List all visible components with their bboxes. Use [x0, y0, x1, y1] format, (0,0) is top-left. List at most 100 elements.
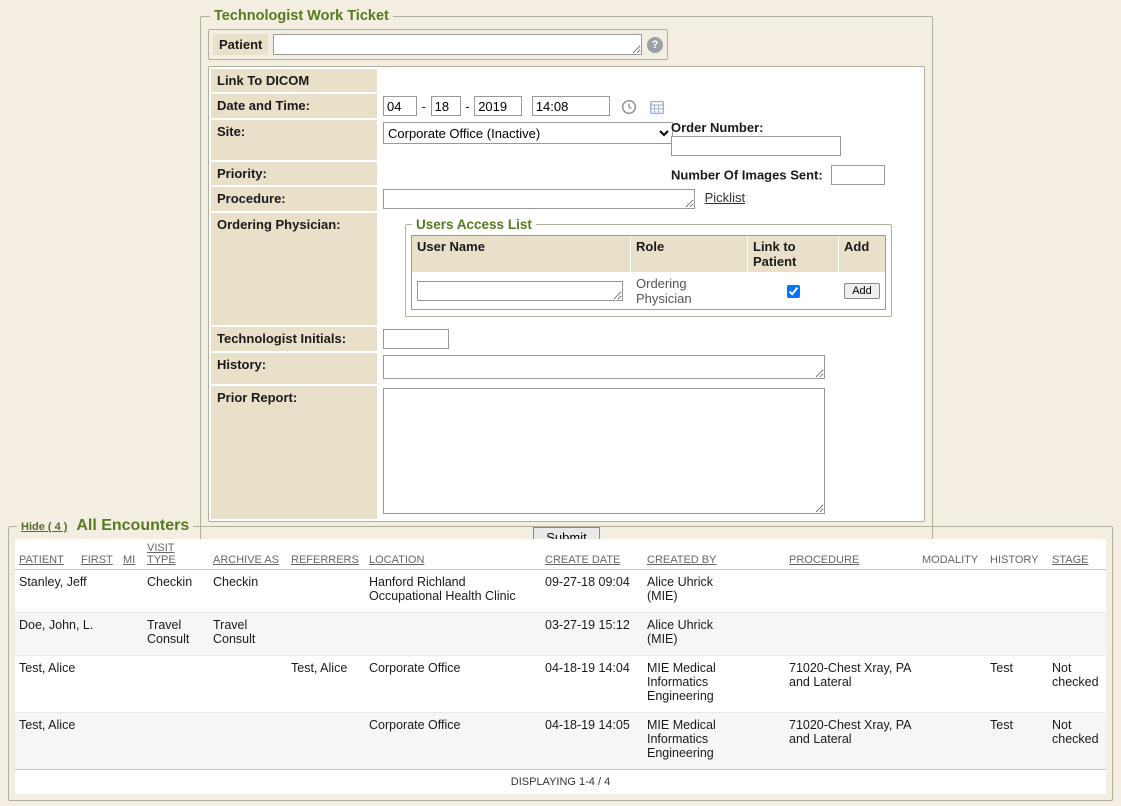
column-header-history: HISTORY [986, 539, 1048, 570]
tech-initials-content [379, 327, 922, 351]
column-header-patient[interactable]: PATIENT [15, 539, 77, 570]
column-header-label[interactable]: STAGE [1052, 554, 1088, 566]
column-header-label[interactable]: LOCATION [369, 554, 424, 566]
table-cell [986, 613, 1048, 656]
add-user-button[interactable]: Add [844, 283, 880, 299]
patient-label: Patient [213, 34, 268, 55]
table-cell: Checkin [209, 570, 287, 613]
picklist-link[interactable]: Picklist [705, 190, 745, 205]
table-cell [77, 656, 119, 713]
table-cell [143, 713, 209, 770]
column-header-stage[interactable]: STAGE [1048, 539, 1106, 570]
table-cell: Doe, John, L. [15, 613, 77, 656]
table-row[interactable]: Stanley, JeffCheckinCheckinHanford Richl… [15, 570, 1106, 613]
ordering-physician-content: Users Access List User Name Role Link to… [379, 213, 922, 325]
users-access-list-title: Users Access List [412, 217, 536, 232]
table-cell [143, 656, 209, 713]
table-cell: Checkin [143, 570, 209, 613]
table-row[interactable]: Test, Alice Corporate Office04-18-19 14:0… [15, 713, 1106, 770]
column-header-label[interactable]: VISIT TYPE [147, 542, 176, 566]
column-header-label[interactable]: MI [123, 554, 135, 566]
calendar-icon[interactable] [649, 99, 665, 115]
column-header-location[interactable]: LOCATION [365, 539, 541, 570]
column-header-create-date[interactable]: CREATE DATE [541, 539, 643, 570]
order-number-input[interactable] [671, 136, 841, 156]
table-cell [119, 656, 143, 713]
column-header-label: HISTORY [990, 554, 1039, 566]
column-header-first[interactable]: FIRST [77, 539, 119, 570]
procedure-content: Picklist [379, 187, 922, 211]
encounters-header-row: PATIENT FIRST MI VISIT TYPE ARCHIVE AS REFERR… [15, 539, 1106, 570]
column-header-label: MODALITY [922, 554, 978, 566]
table-cell: 04-18-19 14:05 [541, 713, 643, 770]
column-header-label[interactable]: FIRST [81, 554, 113, 566]
procedure-input[interactable] [383, 189, 695, 209]
tech-initials-label: Technologist Initials: [211, 327, 377, 351]
date-day-input[interactable] [431, 96, 461, 116]
encounters-table: PATIENT FIRST MI VISIT TYPE ARCHIVE AS REFERR… [15, 539, 1106, 794]
clock-icon[interactable] [621, 99, 637, 115]
site-select[interactable]: Corporate Office (Inactive) [383, 122, 673, 144]
column-header-referrers[interactable]: REFERRERS [287, 539, 365, 570]
patient-input[interactable] [273, 34, 642, 55]
column-header-created-by[interactable]: CREATED BY [643, 539, 785, 570]
date-separator: - [465, 99, 469, 114]
column-header-user-name: User Name [412, 236, 630, 272]
user-name-input[interactable] [417, 281, 623, 301]
table-cell: 03-27-19 15:12 [541, 613, 643, 656]
column-header-label[interactable]: CREATE DATE [545, 554, 620, 566]
table-cell: Not checked [1048, 656, 1106, 713]
displaying-count: DISPLAYING 1-4 / 4 [15, 770, 1106, 795]
table-cell [119, 713, 143, 770]
column-header-label[interactable]: CREATED BY [647, 554, 716, 566]
table-cell: MIE Medical Informatics Engineering [643, 713, 785, 770]
all-encounters-panel: Hide ( 4 ) All Encounters PATIENT FIRST MI… [8, 517, 1113, 801]
patient-row: Patient ? [208, 29, 668, 60]
column-header-procedure[interactable]: PROCEDURE [785, 539, 918, 570]
date-time-label: Date and Time: [211, 94, 377, 118]
date-year-input[interactable] [474, 96, 522, 116]
images-sent-input[interactable] [831, 165, 885, 185]
time-input[interactable] [532, 96, 610, 116]
table-cell [119, 613, 143, 656]
prior-report-input[interactable] [383, 388, 825, 514]
column-header-visit-type[interactable]: VISIT TYPE [143, 539, 209, 570]
link-to-dicom-label: Link To DICOM [211, 69, 377, 92]
table-cell [287, 570, 365, 613]
table-cell: Test [986, 713, 1048, 770]
table-row[interactable]: Doe, John, L.Travel ConsultTravel Consul… [15, 613, 1106, 656]
column-header-modality: MODALITY [918, 539, 986, 570]
table-cell: Alice Uhrick (MIE) [643, 570, 785, 613]
link-to-dicom-content [379, 69, 922, 92]
table-cell [918, 613, 986, 656]
table-cell [119, 570, 143, 613]
column-header-label[interactable]: REFERRERS [291, 554, 359, 566]
order-number-block: Order Number: [671, 120, 846, 156]
all-encounters-legend: Hide ( 4 ) All Encounters [17, 517, 193, 535]
column-header-label[interactable]: PATIENT [19, 554, 64, 566]
tech-initials-input[interactable] [383, 329, 449, 349]
table-cell [287, 613, 365, 656]
table-cell [77, 713, 119, 770]
column-header-label[interactable]: PROCEDURE [789, 554, 859, 566]
table-cell: Test, Alice [15, 713, 77, 770]
table-cell: 71020-Chest Xray, PA and Lateral [785, 656, 918, 713]
users-access-table: User Name Role Link to Patient Add Order… [411, 235, 886, 310]
table-cell: Travel Consult [209, 613, 287, 656]
order-number-label: Order Number: [671, 120, 763, 135]
column-header-label[interactable]: ARCHIVE AS [213, 554, 279, 566]
link-to-patient-checkbox[interactable] [787, 285, 800, 298]
table-cell: Hanford Richland Occupational Health Cli… [365, 570, 541, 613]
date-month-input[interactable] [383, 96, 417, 116]
date-separator: - [422, 99, 426, 114]
table-cell [785, 613, 918, 656]
column-header-mi[interactable]: MI [119, 539, 143, 570]
table-cell: Corporate Office [365, 713, 541, 770]
help-icon[interactable]: ? [647, 37, 663, 53]
table-cell: Corporate Office [365, 656, 541, 713]
column-header-archive-as[interactable]: ARCHIVE AS [209, 539, 287, 570]
site-content: Corporate Office (Inactive) Order Number… [379, 120, 922, 160]
hide-link[interactable]: Hide ( 4 ) [21, 521, 67, 533]
table-row[interactable]: Test, AliceTest, AliceCorporate Office04… [15, 656, 1106, 713]
history-input[interactable] [383, 355, 825, 379]
